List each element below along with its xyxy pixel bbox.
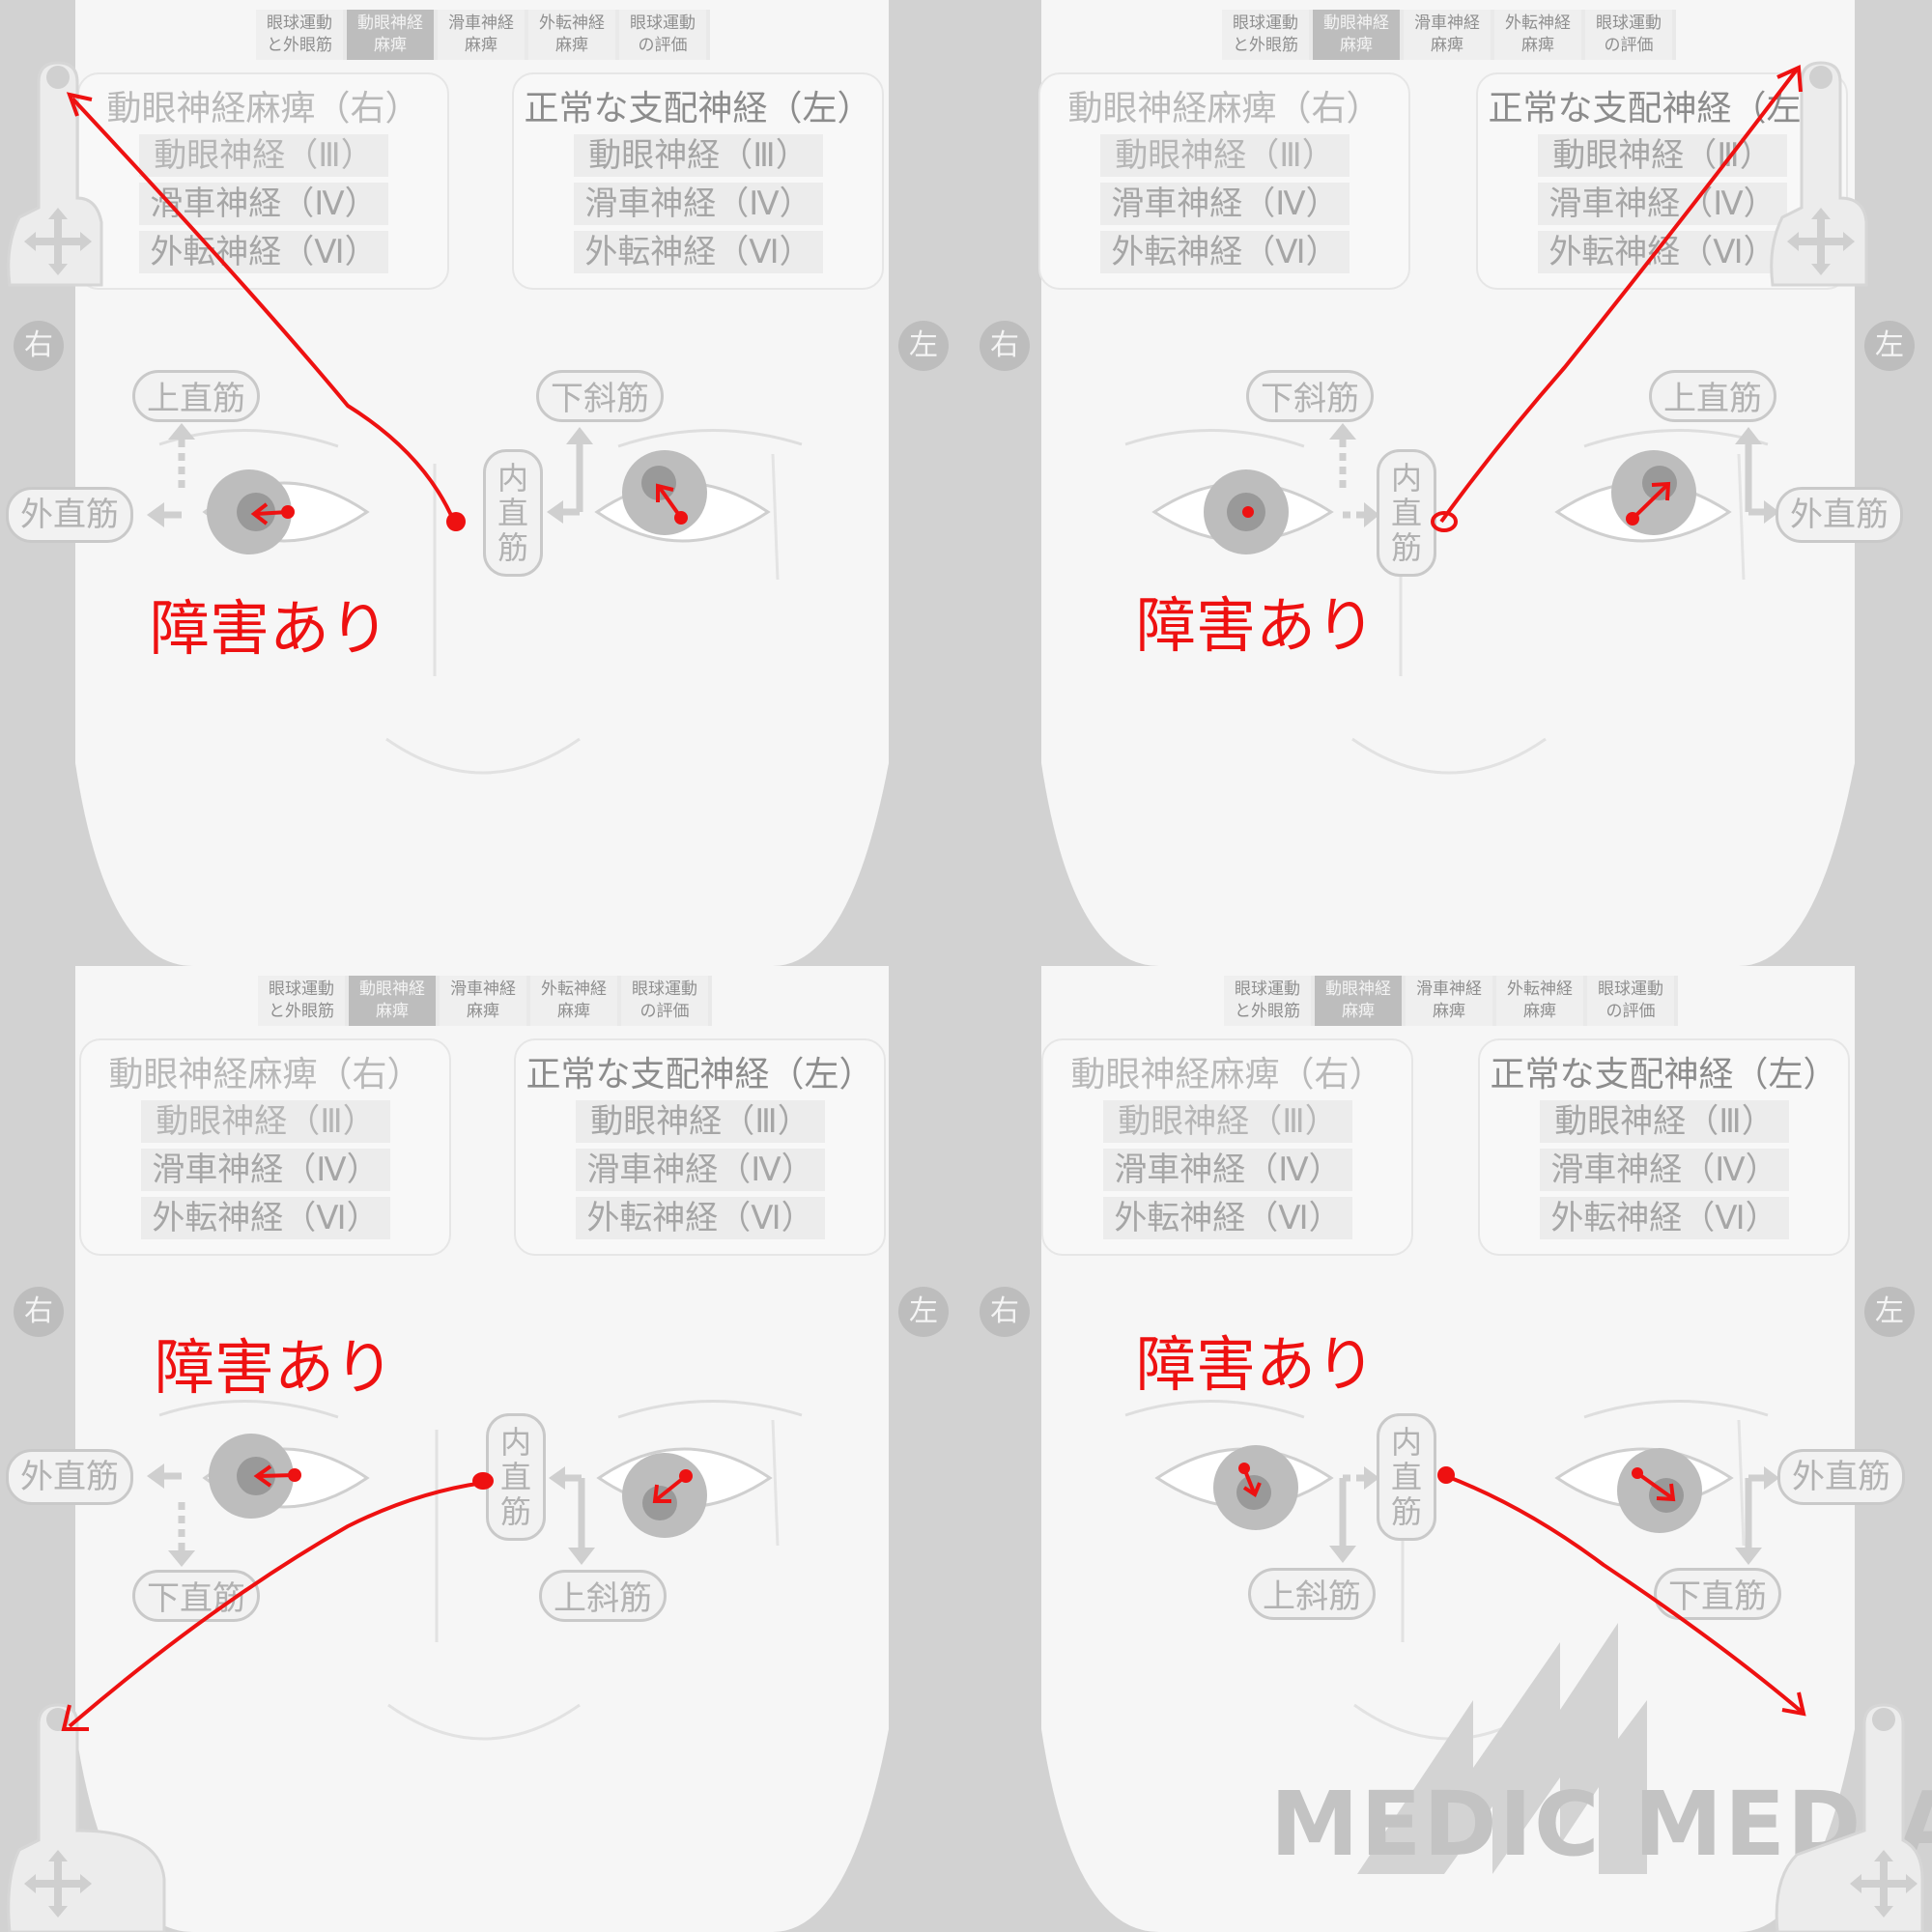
panel-down-right-gaze: 眼球運動 と外眼筋 動眼神経 麻痺 滑車神経 麻痺 外転神経 麻痺 眼球運動 の評価 動眼… <box>966 966 1932 1932</box>
impairment-label: 障害あり <box>150 593 390 664</box>
impairment-label: 障害あり <box>1136 590 1377 661</box>
red-annotation-layer <box>61 1464 693 1731</box>
red-annotation-layer <box>66 92 688 531</box>
impairment-label: 障害あり <box>155 1332 395 1403</box>
panel-up-right-gaze: 眼球運動 と外眼筋 動眼神経 麻痺 滑車神経 麻痺 外転神経 麻痺 眼球運動 の評価 動眼… <box>966 0 1932 966</box>
screenshot-grid: 眼球運動 と外眼筋 動眼神経 麻痺 滑車神経 麻痺 外転神経 麻痺 眼球運動 の評価 動眼… <box>0 0 1932 1932</box>
panel-down-left-gaze: 眼球運動 と外眼筋 動眼神経 麻痺 滑車神経 麻痺 外転神経 麻痺 眼球運動 の評価 動眼… <box>0 966 966 1932</box>
red-annotation-layer <box>1238 1463 1806 1717</box>
impairment-label: 障害あり <box>1136 1329 1377 1400</box>
red-annotation-layer <box>1242 65 1803 532</box>
panel-up-left-gaze: 眼球運動 と外眼筋 動眼神経 麻痺 滑車神経 麻痺 外転神経 麻痺 眼球運動 の評価 動眼… <box>0 0 966 966</box>
